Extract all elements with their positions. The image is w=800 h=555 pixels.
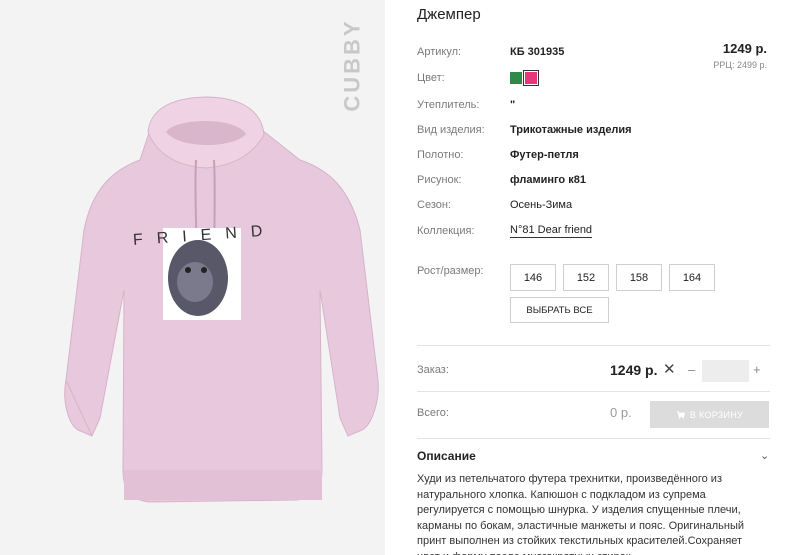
price-rrc: РРЦ: 2499 р. [713,60,767,70]
qty-increment-button[interactable]: + [753,362,761,377]
attr-label: Сезон: [417,199,451,211]
order-label: Заказ: [417,364,449,376]
brand-text: CUBBY [340,18,366,112]
attr-label: Коллекция: [417,225,475,237]
total-label: Всего: [417,407,449,419]
attr-label: Рисунок: [417,174,462,186]
attr-row-pattern: Рисунок: фламинго к81 [417,171,586,189]
attr-row-collection: Коллекция: N°81 Dear friend [417,222,593,240]
size-button-152[interactable]: 152 [563,264,609,291]
attr-value: фламинго к81 [510,174,586,186]
divider [417,391,770,392]
price-main: 1249 р. [722,41,767,56]
attr-label: Утеплитель: [417,99,480,111]
close-icon[interactable]: ✕ [663,360,676,378]
product-photo: FRIEND [64,96,379,503]
attr-value: Трикотажные изделия [510,124,632,136]
attr-row-insulation: Утеплитель: " [417,96,515,114]
size-button-158[interactable]: 158 [616,264,662,291]
cart-button-label: В КОРЗИНУ [689,409,744,420]
attr-value: " [510,99,516,111]
product-title: Джемпер [417,6,481,23]
attr-row-fabric: Полотно: Футер-петля [417,146,579,164]
attr-row-type: Вид изделия: Трикотажные изделия [417,121,632,139]
color-swatch-pink[interactable] [523,70,539,86]
total-value: 0 р. [610,405,632,420]
product-info-panel: Джемпер Артикул: КБ 301935 1249 р. РРЦ: … [417,0,777,555]
attr-value: Осень-Зима [510,199,573,211]
size-button-146[interactable]: 146 [510,264,556,291]
qty-decrement-button[interactable]: – [688,362,695,377]
attr-label: Цвет: [417,72,445,84]
product-image-panel: FRIEND CUBBY [0,0,385,555]
add-to-cart-button[interactable]: В КОРЗИНУ [650,401,769,428]
attr-label: Полотно: [417,149,464,161]
description-text: Худи из петельчатого футера трехнитки, п… [417,473,745,555]
attr-value: Футер-петля [510,149,579,161]
color-swatch-green[interactable] [510,72,522,84]
attr-value: КБ 301935 [510,46,565,58]
attr-row-season: Сезон: Осень-Зима [417,196,572,214]
size-button-164[interactable]: 164 [669,264,715,291]
cart-icon [676,411,685,419]
attr-label: Артикул: [417,46,462,58]
quantity-input[interactable] [702,360,749,382]
order-price: 1249 р. [610,362,658,378]
attr-row-article: Артикул: КБ 301935 [417,43,564,61]
divider [417,345,770,346]
attr-label: Вид изделия: [417,124,485,136]
collection-link[interactable]: N°81 Dear friend [510,224,593,238]
brand-label: CUBBY [338,18,368,112]
select-all-button[interactable]: ВЫБРАТЬ ВСЕ [510,297,609,323]
sizes-label: Рост/размер: [417,265,484,277]
divider [417,438,770,439]
chevron-down-icon[interactable]: ⌄ [760,449,769,462]
description-title[interactable]: Описание [417,449,476,463]
attr-row-color: Цвет: [417,69,540,87]
